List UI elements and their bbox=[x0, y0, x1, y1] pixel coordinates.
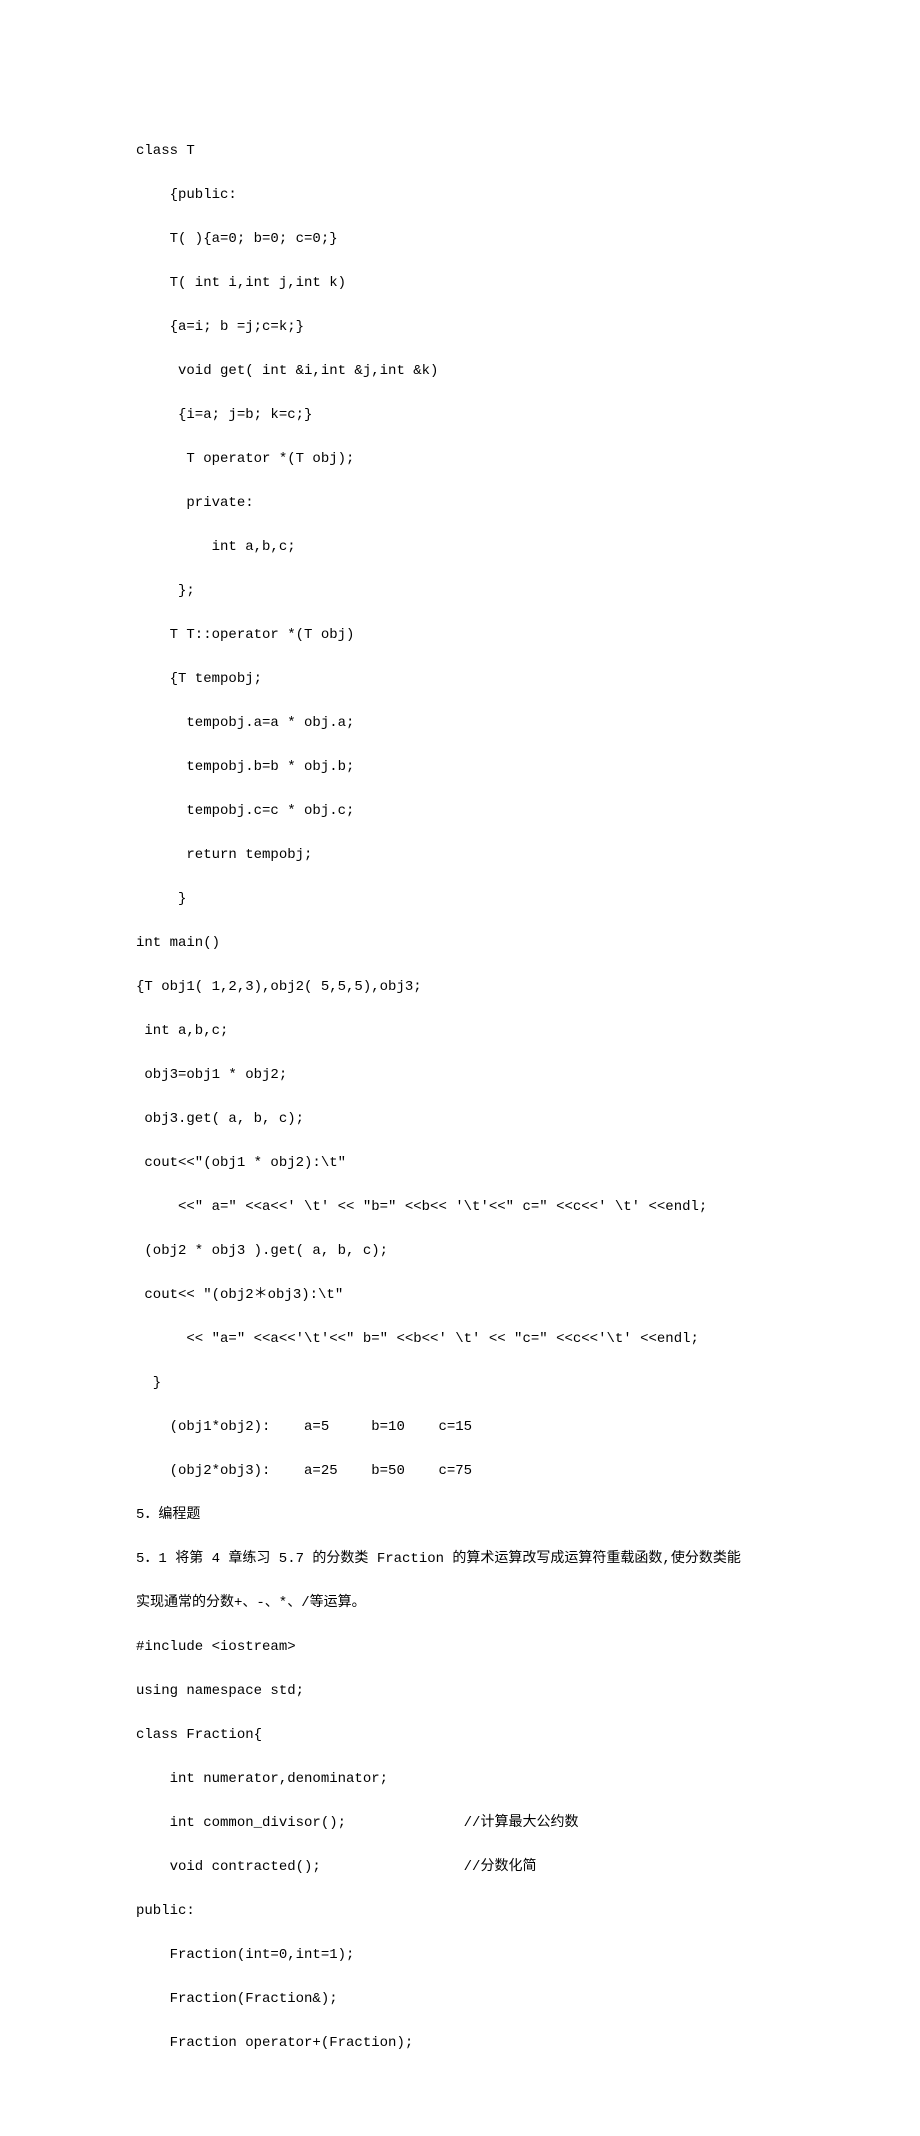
output-line: (obj1*obj2): a=5 b=10 c=15 bbox=[136, 1416, 784, 1438]
output-line: (obj2*obj3): a=25 b=50 c=75 bbox=[136, 1460, 784, 1482]
code-line: void get( int &i,int &j,int &k) bbox=[136, 360, 784, 382]
problem-text: 5．1 将第 4 章练习 5.7 的分数类 Fraction 的算术运算改写成运… bbox=[136, 1548, 784, 1570]
code-line: {T tempobj; bbox=[136, 668, 784, 690]
problem-text: 实现通常的分数+、-、*、/等运算。 bbox=[136, 1592, 784, 1614]
code-line: public: bbox=[136, 1900, 784, 1922]
code-line: cout<<"(obj1 * obj2):\t" bbox=[136, 1152, 784, 1174]
code-line: using namespace std; bbox=[136, 1680, 784, 1702]
code-line: {T obj1( 1,2,3),obj2( 5,5,5),obj3; bbox=[136, 976, 784, 998]
code-line: tempobj.c=c * obj.c; bbox=[136, 800, 784, 822]
section-heading: 5．编程题 bbox=[136, 1504, 784, 1526]
code-line: T T::operator *(T obj) bbox=[136, 624, 784, 646]
code-line: int common_divisor(); //计算最大公约数 bbox=[136, 1812, 784, 1834]
code-line: Fraction(int=0,int=1); bbox=[136, 1944, 784, 1966]
code-line: cout<< "(obj2＊obj3):\t" bbox=[136, 1284, 784, 1306]
code-line: void contracted(); //分数化简 bbox=[136, 1856, 784, 1878]
code-line: #include <iostream> bbox=[136, 1636, 784, 1658]
code-line: private: bbox=[136, 492, 784, 514]
code-line: {a=i; b =j;c=k;} bbox=[136, 316, 784, 338]
code-line: } bbox=[136, 1372, 784, 1394]
code-line: T( ){a=0; b=0; c=0;} bbox=[136, 228, 784, 250]
code-line: Fraction operator+(Fraction); bbox=[136, 2032, 784, 2054]
code-line: int main() bbox=[136, 932, 784, 954]
code-line: int a,b,c; bbox=[136, 1020, 784, 1042]
code-line: obj3=obj1 * obj2; bbox=[136, 1064, 784, 1086]
code-line: int numerator,denominator; bbox=[136, 1768, 784, 1790]
code-line: tempobj.a=a * obj.a; bbox=[136, 712, 784, 734]
code-line: <<" a=" <<a<<' \t' << "b=" <<b<< '\t'<<"… bbox=[136, 1196, 784, 1218]
code-line: (obj2 * obj3 ).get( a, b, c); bbox=[136, 1240, 784, 1262]
code-line: T( int i,int j,int k) bbox=[136, 272, 784, 294]
code-line: << "a=" <<a<<'\t'<<" b=" <<b<<' \t' << "… bbox=[136, 1328, 784, 1350]
code-line: {public: bbox=[136, 184, 784, 206]
code-line: T operator *(T obj); bbox=[136, 448, 784, 470]
code-line: obj3.get( a, b, c); bbox=[136, 1108, 784, 1130]
code-line: int a,b,c; bbox=[136, 536, 784, 558]
code-line: }; bbox=[136, 580, 784, 602]
document-page: class T {public: T( ){a=0; b=0; c=0;} T(… bbox=[0, 0, 920, 2136]
code-line: class Fraction{ bbox=[136, 1724, 784, 1746]
code-line: tempobj.b=b * obj.b; bbox=[136, 756, 784, 778]
code-line: {i=a; j=b; k=c;} bbox=[136, 404, 784, 426]
code-line: } bbox=[136, 888, 784, 910]
code-line: class T bbox=[136, 140, 784, 162]
code-line: return tempobj; bbox=[136, 844, 784, 866]
code-line: Fraction(Fraction&); bbox=[136, 1988, 784, 2010]
